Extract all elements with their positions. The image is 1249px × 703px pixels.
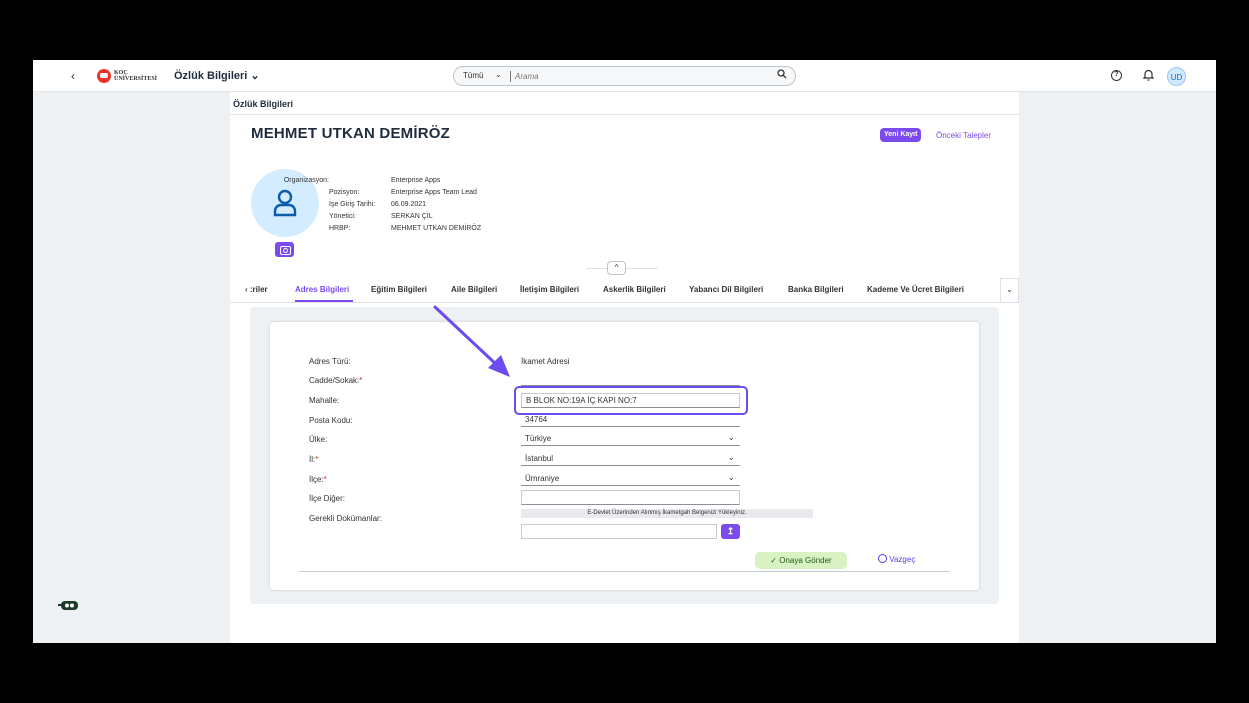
floating-helper-icon[interactable] xyxy=(58,600,80,612)
screen: ‹ KOÇ ÜNİVERSİTESİ Özlük Bilgileri ⌄ Tüm… xyxy=(33,60,1216,643)
annotation-arrow xyxy=(433,305,510,377)
